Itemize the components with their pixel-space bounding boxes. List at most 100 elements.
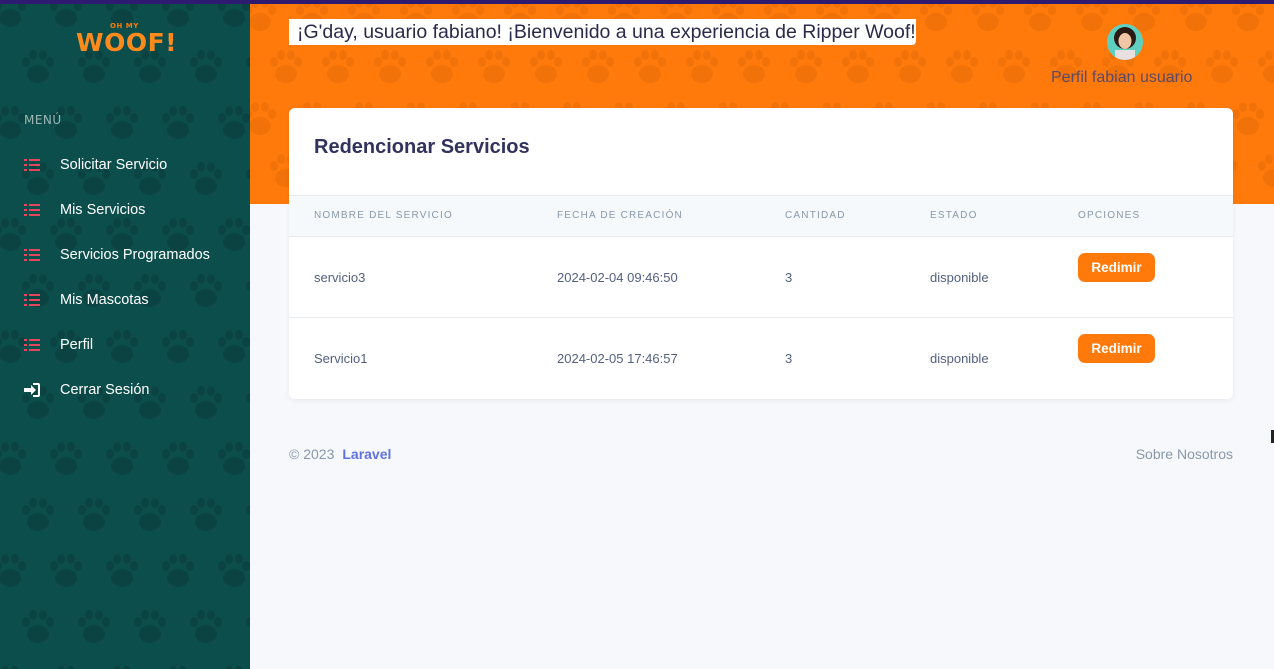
copyright-text: © 2023	[289, 446, 335, 462]
sidebar-item-label: Perfil	[60, 336, 94, 353]
paw-print	[426, 50, 458, 83]
sidebar-item-mis-mascotas[interactable]: Mis Mascotas	[0, 277, 250, 322]
paw-print	[106, 442, 138, 475]
avatar[interactable]	[1107, 24, 1143, 60]
paw-print	[0, 0, 26, 27]
list-icon	[24, 338, 40, 351]
list-icon	[24, 293, 40, 306]
paw-print	[1180, 4, 1212, 31]
paw-print	[246, 617, 250, 627]
sidebar-item-label: Servicios Programados	[60, 246, 210, 263]
status: disponible	[930, 351, 989, 366]
profile-link[interactable]: Perfil fabian usuario	[1051, 69, 1192, 87]
paw-print	[250, 102, 276, 135]
paw-print	[894, 50, 926, 83]
sidebar-item-perfil[interactable]: Perfil	[0, 322, 250, 367]
paw-print	[946, 50, 978, 83]
list-icon	[24, 248, 40, 261]
paw-print	[530, 50, 562, 83]
paw-print	[1076, 4, 1108, 31]
paw-print	[322, 50, 354, 83]
avatar-image	[1107, 24, 1143, 60]
list-icon	[24, 203, 40, 216]
quantity: 3	[785, 351, 793, 366]
service-name: Servicio1	[314, 351, 368, 366]
status: disponible	[930, 270, 989, 285]
sidebar-item-mis-servicios[interactable]: Mis Servicios	[0, 187, 250, 232]
paw-print	[190, 50, 222, 83]
paw-print	[106, 106, 138, 139]
paw-print	[972, 4, 1004, 31]
quantity: 3	[785, 270, 793, 285]
sidebar-item-label: Cerrar Sesión	[60, 381, 150, 398]
paw-print	[190, 610, 222, 643]
paw-print	[270, 50, 302, 83]
table-header: NOMBRE DEL SERVICIO FECHA DE CREACIÓN CA…	[289, 195, 1233, 237]
paw-print	[22, 498, 54, 531]
welcome-greeting: ¡G'day, usuario fabiano! ¡Bienvenido a u…	[289, 17, 929, 47]
card-title: Redencionar Servicios	[314, 136, 530, 158]
created-date: 2024-02-05 17:46:57	[557, 351, 678, 366]
paw-print	[78, 498, 110, 531]
paw-print	[218, 0, 250, 27]
paw-print	[842, 50, 874, 83]
column-header: NOMBRE DEL SERVICIO	[314, 210, 453, 221]
about-link[interactable]: Sobre Nosotros	[1136, 446, 1233, 462]
logo[interactable]: OH MY WOOF!	[76, 22, 178, 62]
top-strip	[0, 0, 1274, 4]
paw-print	[1258, 50, 1274, 83]
paw-print	[106, 554, 138, 587]
paw-print	[50, 442, 82, 475]
paw-print	[134, 610, 166, 643]
list-icon	[24, 158, 40, 171]
sign-in-icon	[24, 382, 40, 397]
menu-title: MENÚ	[24, 113, 62, 127]
paw-print	[374, 50, 406, 83]
paw-print	[0, 442, 26, 475]
paw-print	[50, 554, 82, 587]
footer-copyright: © 2023 Laravel	[289, 446, 391, 462]
table-row: Servicio1 2024-02-05 17:46:57 3 disponib…	[289, 318, 1233, 399]
column-header: ESTADO	[930, 210, 978, 221]
sidebar-menu: Solicitar Servicio Mis Servicios Servici…	[0, 142, 250, 412]
paw-print	[134, 498, 166, 531]
created-date: 2024-02-04 09:46:50	[557, 270, 678, 285]
paw-print	[0, 106, 26, 139]
paw-print	[1258, 154, 1274, 187]
paw-print	[22, 610, 54, 643]
paw-print	[162, 554, 194, 587]
paw-print	[1232, 102, 1264, 135]
paw-print	[162, 106, 194, 139]
paw-print	[78, 610, 110, 643]
sidebar: OH MY WOOF! MENÚ Solicitar Servicio Mis …	[0, 0, 250, 669]
paw-print	[190, 498, 222, 531]
redeem-button[interactable]: Redimir	[1078, 334, 1155, 363]
service-name: servicio3	[314, 270, 366, 285]
sidebar-item-label: Mis Servicios	[60, 201, 146, 218]
sidebar-item-label: Mis Mascotas	[60, 291, 149, 308]
paw-print	[998, 50, 1030, 83]
table-row: servicio3 2024-02-04 09:46:50 3 disponib…	[289, 237, 1233, 318]
paw-print	[1232, 4, 1264, 31]
paw-print	[246, 505, 250, 515]
logo-big-text: WOOF!	[76, 28, 178, 57]
paw-print	[478, 50, 510, 83]
paw-print	[738, 50, 770, 83]
redeem-button[interactable]: Redimir	[1078, 253, 1155, 282]
paw-print	[218, 554, 250, 587]
column-header: CANTIDAD	[785, 210, 846, 221]
laravel-link[interactable]: Laravel	[342, 446, 391, 462]
sidebar-item-label: Solicitar Servicio	[60, 156, 168, 173]
column-header: FECHA DE CREACIÓN	[557, 210, 683, 221]
paw-print	[22, 50, 54, 83]
paw-print	[790, 50, 822, 83]
paw-print	[0, 554, 26, 587]
redeem-services-card: Redencionar Servicios NOMBRE DEL SERVICI…	[289, 108, 1233, 399]
sidebar-item-cerrar-sesion[interactable]: Cerrar Sesión	[0, 367, 250, 412]
paw-print	[634, 50, 666, 83]
paw-print	[1206, 50, 1238, 83]
sidebar-item-servicios-programados[interactable]: Servicios Programados	[0, 232, 250, 277]
paw-print	[162, 442, 194, 475]
sidebar-item-solicitar-servicio[interactable]: Solicitar Servicio	[0, 142, 250, 187]
paw-print	[250, 4, 276, 31]
